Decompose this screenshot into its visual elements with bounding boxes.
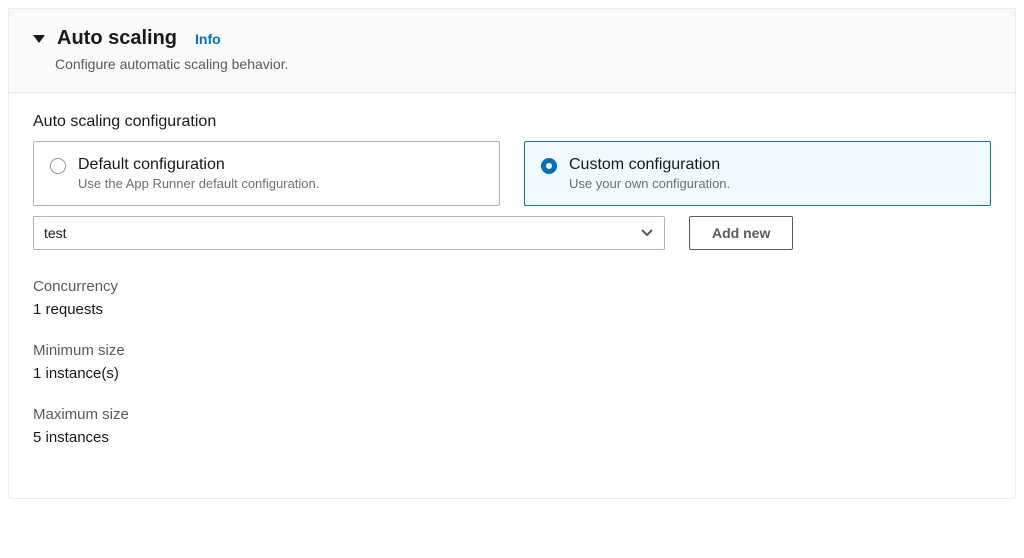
section-label: Auto scaling configuration [33,113,991,131]
config-select-row: Add new [33,216,991,250]
info-link[interactable]: Info [195,31,221,47]
config-select-input[interactable] [33,216,665,250]
field-value: 1 instance(s) [33,365,991,382]
radio-text: Custom configuration Use your own config… [569,156,730,191]
field-minimum-size: Minimum size 1 instance(s) [33,342,991,382]
field-label: Concurrency [33,278,991,295]
auto-scaling-panel: Auto scaling Info Configure automatic sc… [8,8,1016,499]
panel-subtitle: Configure automatic scaling behavior. [55,56,991,72]
caret-down-icon[interactable] [33,35,45,43]
field-label: Minimum size [33,342,991,359]
field-value: 1 requests [33,301,991,318]
field-maximum-size: Maximum size 5 instances [33,406,991,446]
radio-title: Default configuration [78,156,319,174]
radio-desc: Use the App Runner default configuration… [78,176,319,191]
radio-custom-configuration[interactable]: Custom configuration Use your own config… [524,141,991,206]
radio-icon [541,158,557,174]
field-value: 5 instances [33,429,991,446]
panel-body: Auto scaling configuration Default confi… [9,93,1015,498]
config-select[interactable] [33,216,665,250]
panel-title: Auto scaling [57,27,177,50]
radio-default-configuration[interactable]: Default configuration Use the App Runner… [33,141,500,206]
panel-header-row: Auto scaling Info [33,27,991,50]
radio-desc: Use your own configuration. [569,176,730,191]
config-radio-group: Default configuration Use the App Runner… [33,141,991,206]
radio-icon [50,158,66,174]
add-new-button[interactable]: Add new [689,216,793,250]
field-concurrency: Concurrency 1 requests [33,278,991,318]
panel-header: Auto scaling Info Configure automatic sc… [9,9,1015,93]
radio-text: Default configuration Use the App Runner… [78,156,319,191]
radio-title: Custom configuration [569,156,730,174]
field-label: Maximum size [33,406,991,423]
